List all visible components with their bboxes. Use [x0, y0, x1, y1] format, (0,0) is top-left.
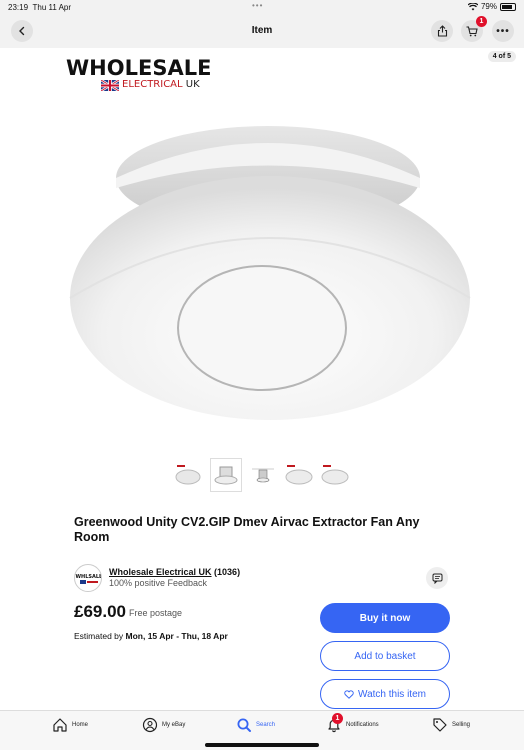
- seller-avatar[interactable]: WHLSALE: [74, 564, 102, 592]
- item-page: 23:19 Thu 11 Apr ••• 79% Item 1 ••• WHOL…: [0, 0, 524, 750]
- seller-info[interactable]: WHLSALE Wholesale Electrical UK (1036) 1…: [74, 564, 454, 592]
- tab-my-ebay[interactable]: My eBay: [142, 717, 185, 733]
- battery-percent: 79%: [480, 2, 497, 11]
- buy-it-now-button[interactable]: Buy it now: [320, 603, 450, 633]
- seller-name[interactable]: Wholesale Electrical UK (1036): [109, 567, 240, 577]
- seller-feedback: 100% positive Feedback: [109, 578, 208, 588]
- tab-home[interactable]: Home: [52, 717, 88, 733]
- more-button[interactable]: •••: [492, 20, 514, 42]
- tag-icon: [432, 717, 448, 733]
- wifi-icon: [467, 2, 478, 10]
- notifications-badge: 1: [332, 713, 343, 724]
- postage-info: Free postage: [129, 608, 183, 618]
- tab-selling-label: Selling: [452, 722, 471, 728]
- thumbnail-5[interactable]: [319, 458, 351, 492]
- message-icon: [432, 573, 442, 584]
- watch-item-label: Watch this item: [358, 688, 426, 700]
- tab-notifications-label: Notifications: [346, 722, 379, 728]
- tab-selling[interactable]: Selling: [432, 717, 470, 733]
- item-price: £69.00: [74, 602, 126, 621]
- thumbnail-1[interactable]: [172, 458, 204, 492]
- status-time: 23:19 Thu 11 Apr: [8, 3, 72, 12]
- cart-button[interactable]: 1: [461, 16, 487, 42]
- tab-search[interactable]: Search: [236, 717, 275, 733]
- message-seller-button[interactable]: [426, 567, 448, 589]
- delivery-estimate: Estimated by Mon, 15 Apr - Thu, 18 Apr: [74, 631, 228, 641]
- heart-icon: [344, 689, 354, 699]
- tab-notifications[interactable]: 1 Notifications: [326, 713, 379, 733]
- home-icon: [52, 717, 68, 733]
- thumbnail-strip: [0, 458, 524, 494]
- thumbnail-2[interactable]: [210, 458, 242, 492]
- watch-item-button[interactable]: Watch this item: [320, 679, 450, 709]
- thumbnail-4[interactable]: [283, 458, 315, 492]
- tab-home-label: Home: [72, 722, 89, 728]
- thumbnail-3[interactable]: [247, 458, 279, 492]
- battery-icon: [500, 2, 516, 11]
- search-icon: [236, 717, 252, 733]
- item-title: Greenwood Unity CV2.GIP Dmev Airvac Extr…: [74, 515, 420, 544]
- nav-bar: Item 1 •••: [0, 14, 524, 48]
- cart-icon: [466, 25, 478, 36]
- add-to-basket-button[interactable]: Add to basket: [320, 641, 450, 671]
- tab-my-ebay-label: My eBay: [162, 722, 186, 728]
- share-button[interactable]: [431, 20, 453, 42]
- bell-icon: 1: [326, 713, 343, 733]
- multitask-dots[interactable]: •••: [252, 1, 263, 10]
- status-right: 79%: [467, 2, 516, 11]
- tab-search-label: Search: [256, 722, 276, 728]
- home-indicator[interactable]: [205, 743, 319, 747]
- product-image-carousel[interactable]: WHOLESALE ELECTRICAL UK 4 of 5: [0, 48, 524, 456]
- user-icon: [142, 717, 158, 733]
- status-bar: 23:19 Thu 11 Apr ••• 79%: [0, 0, 524, 14]
- product-image: [69, 126, 471, 420]
- cart-count-badge: 1: [476, 16, 487, 27]
- svg-text:WHLSALE: WHLSALE: [76, 574, 102, 580]
- share-icon: [437, 25, 447, 37]
